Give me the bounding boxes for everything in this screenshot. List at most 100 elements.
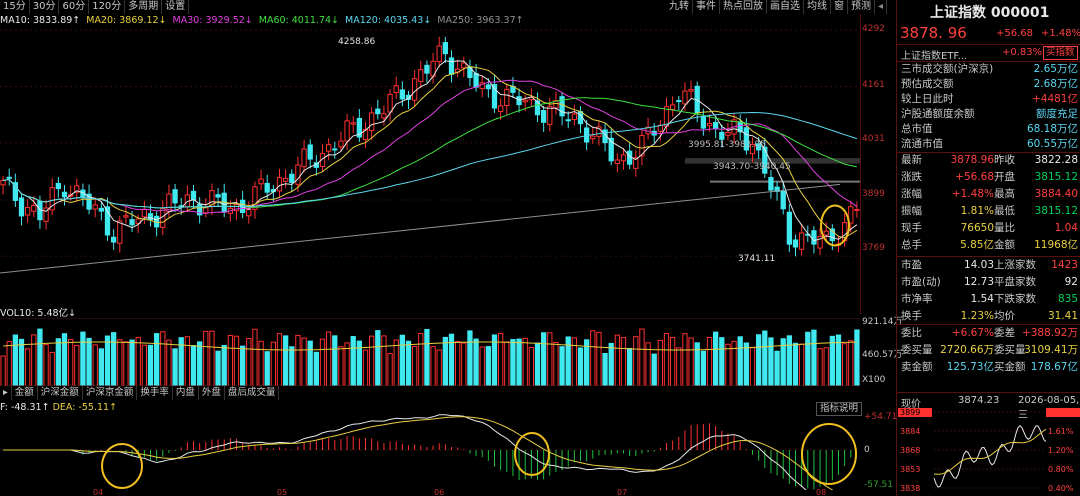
- candle-body: [344, 120, 350, 142]
- quote-row: 市净率 1.54 下跌家数 835: [900, 292, 1080, 308]
- info-key: 流通市值: [901, 138, 943, 150]
- candle-body: [6, 176, 12, 179]
- mini-price-tick: 3884: [900, 427, 920, 436]
- volume-bar: [755, 334, 762, 386]
- period-30min[interactable]: 30分: [30, 0, 60, 14]
- mini-pct-tick: 1.20%: [1048, 446, 1074, 455]
- volume-bar: [743, 342, 750, 386]
- tool-ma[interactable]: 均线: [804, 0, 831, 14]
- tab-sh-sz-amount[interactable]: 沪深金额: [38, 386, 83, 400]
- candle-body: [725, 131, 731, 136]
- quote-row: 流通市值 60.55万亿: [900, 137, 1080, 153]
- candle-body: [669, 104, 676, 110]
- info-key: 总市值: [901, 123, 933, 135]
- tab-amount[interactable]: 金额: [12, 386, 38, 400]
- candle-body: [399, 89, 406, 100]
- period-120min[interactable]: 120分: [89, 0, 126, 14]
- volume-bar: [196, 341, 203, 386]
- quote-key: 委买量: [994, 344, 1026, 356]
- volume-bar: [418, 332, 424, 386]
- candle-body: [264, 182, 270, 193]
- volume-bar: [67, 338, 74, 386]
- tab-outer[interactable]: 外盘: [199, 386, 225, 400]
- quote-value: +388.92万: [1021, 327, 1078, 339]
- macd-chart[interactable]: [0, 414, 860, 490]
- month-label: 08: [816, 488, 827, 496]
- period-60min[interactable]: 60分: [59, 0, 90, 14]
- tab-menu-icon[interactable]: ▸: [0, 386, 12, 400]
- quote-key: 最新: [901, 154, 922, 166]
- settings-button[interactable]: 设置: [162, 0, 190, 14]
- tab-after-hours[interactable]: 盘后成交量: [225, 386, 280, 400]
- tool-window[interactable]: 窗: [831, 0, 848, 14]
- quote-value: 92: [1064, 276, 1078, 288]
- volume-bar: [264, 351, 270, 386]
- volume-bar: [325, 331, 332, 386]
- tool-jiuzhuan[interactable]: 九转: [666, 0, 693, 14]
- volume-bar: [596, 331, 602, 386]
- volume-bar: [436, 349, 442, 386]
- candle-body: [215, 194, 221, 198]
- volume-bar: [104, 335, 111, 386]
- divider: [897, 392, 1080, 393]
- tool-events[interactable]: 事件: [693, 0, 720, 14]
- index-title: 上证指数 000001: [930, 5, 1050, 21]
- quote-row: 涨跌 +56.68 开盘 3815.12: [900, 170, 1080, 186]
- intraday-mini-chart[interactable]: 2.00%1.61%38681.20%38530.80%38380.40%389…: [898, 408, 1080, 496]
- volume-bar: [491, 334, 498, 386]
- candle-body: [18, 197, 25, 217]
- volume-bar: [497, 332, 504, 386]
- tab-inner[interactable]: 内盘: [173, 386, 199, 400]
- tool-draw[interactable]: 画自选: [767, 0, 804, 14]
- volume-bar: [24, 348, 31, 386]
- quote-value: 3815.12: [1034, 205, 1078, 217]
- quote-key: 开盘: [994, 171, 1015, 183]
- tool-hot-replay[interactable]: 热点回放: [720, 0, 767, 14]
- volume-bar: [639, 328, 645, 386]
- buy-index-button[interactable]: 买指数: [1043, 46, 1078, 60]
- candle-body: [719, 131, 725, 140]
- price-tick: 4031: [862, 134, 885, 144]
- candle-body: [485, 84, 492, 90]
- volume-bar: [135, 336, 141, 386]
- ma-legend: MA10: 3833.89↑ MA20: 3869.12↓ MA30: 3929.5…: [0, 14, 530, 28]
- candle-body: [110, 236, 117, 243]
- multi-period-button[interactable]: 多周期: [125, 0, 163, 14]
- quote-key: 量比: [994, 222, 1015, 234]
- period-15min[interactable]: 15分: [0, 0, 30, 14]
- candle-body: [676, 100, 682, 103]
- volume-bar: [841, 343, 848, 386]
- quote-value: 12.73: [963, 276, 994, 288]
- mini-avg-line: [933, 428, 1047, 475]
- volume-bar: [534, 342, 541, 386]
- volume-bar: [270, 341, 277, 386]
- quote-row: 沪股通额度余额 额度充足: [900, 107, 1080, 123]
- candle-body: [289, 173, 295, 183]
- macd-dea-line: [3, 416, 834, 490]
- tab-sh-sz-bj-amount[interactable]: 沪深京金额: [83, 386, 138, 400]
- volume-bar: [129, 339, 135, 386]
- volume-bar: [233, 335, 240, 386]
- etf-label[interactable]: 上证指数ETF...: [901, 47, 967, 62]
- quote-key: 卖金额: [901, 361, 933, 373]
- tab-turnover[interactable]: 换手率: [137, 386, 173, 400]
- collapse-icon[interactable]: ◂: [875, 0, 888, 14]
- volume-chart[interactable]: [0, 318, 860, 386]
- candle-body: [295, 164, 301, 185]
- volume-bar: [626, 348, 633, 386]
- volume-bar: [282, 335, 289, 386]
- quote-key: 委差: [994, 327, 1015, 339]
- month-label: 04: [93, 488, 104, 496]
- ma-legend-item: MA30: 3929.52↓: [172, 15, 253, 26]
- quote-value: 5.85亿: [960, 239, 994, 251]
- candle-body: [798, 232, 805, 250]
- quote-row: 卖金额 125.73亿 买金额 178.67亿: [900, 360, 1080, 376]
- candle-body: [129, 219, 135, 226]
- tool-forecast[interactable]: 预测: [848, 0, 875, 14]
- candle-body: [792, 239, 799, 248]
- volume-bar: [633, 336, 639, 386]
- highlight-circle: [801, 423, 857, 485]
- volume-bar: [577, 347, 584, 386]
- quote-value: 835: [1057, 293, 1078, 305]
- quote-row: 现手 76650 量比 1.04: [900, 221, 1080, 237]
